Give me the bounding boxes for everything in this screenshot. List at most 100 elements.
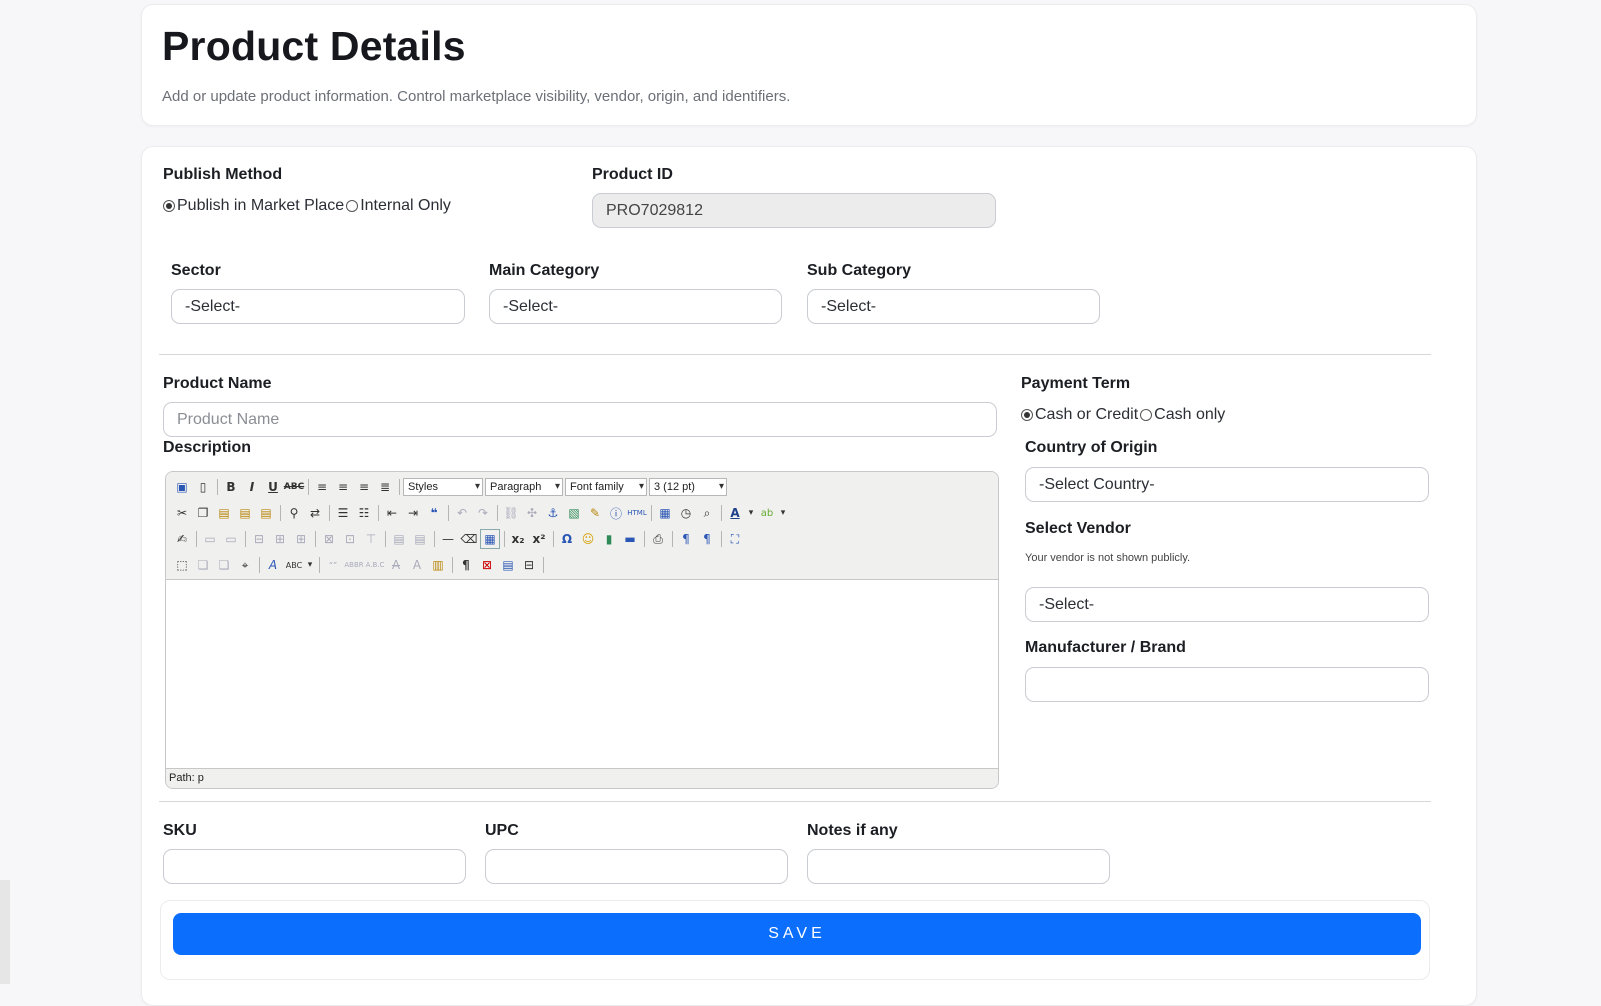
format-dropdown[interactable]: Paragraph (485, 478, 563, 496)
preview-icon[interactable]: ⌕ (697, 503, 717, 523)
image-icon[interactable]: ▧ (564, 503, 584, 523)
abbr-icon[interactable]: ABBR (344, 555, 364, 575)
anchor-icon[interactable]: ⚓ (543, 503, 563, 523)
paste-word-icon[interactable]: ▤ (256, 503, 276, 523)
outdent-icon[interactable]: ⇤ (382, 503, 402, 523)
blockquote-icon[interactable]: ❝ (424, 503, 444, 523)
link-icon[interactable]: ⛓ (501, 503, 521, 523)
align-justify-icon[interactable]: ≣ (375, 477, 395, 497)
insert-row-before-icon[interactable]: ▭ (200, 529, 220, 549)
manufacturer-input[interactable] (1025, 667, 1429, 702)
insert-date-icon[interactable]: ▦ (655, 503, 675, 523)
acronym-icon[interactable]: A.B.C (365, 555, 385, 575)
numbered-list-icon[interactable]: ☷ (354, 503, 374, 523)
insert-col-after-icon[interactable]: ⊞ (291, 529, 311, 549)
main-category-select[interactable]: -Select- (489, 289, 782, 324)
unlink-icon[interactable]: ✣ (522, 503, 542, 523)
visual-chars-icon[interactable]: ¶ (456, 555, 476, 575)
split-cells-icon[interactable]: ⊡ (340, 529, 360, 549)
radio-publish-marketplace[interactable] (163, 200, 175, 212)
undo-icon[interactable]: ↶ (452, 503, 472, 523)
replace-icon[interactable]: ⇄ (305, 503, 325, 523)
insert-time-icon[interactable]: ◷ (676, 503, 696, 523)
save-doc-icon[interactable]: ▣ (172, 477, 192, 497)
delete-col-icon[interactable]: ⊠ (319, 529, 339, 549)
horizontal-rule-icon[interactable]: — (438, 529, 458, 549)
copy-icon[interactable]: ❐ (193, 503, 213, 523)
country-of-origin-select[interactable]: -Select Country- (1025, 467, 1429, 502)
page-break-icon[interactable]: ⊟ (519, 555, 539, 575)
upc-input[interactable] (485, 849, 788, 884)
move-forward-icon[interactable]: ❏ (193, 555, 213, 575)
notes-input[interactable] (807, 849, 1110, 884)
spellcheck-icon[interactable]: ABC (284, 555, 304, 575)
text-color-dropdown-icon[interactable]: ▾ (746, 503, 756, 523)
cleanup-icon[interactable]: ✎ (585, 503, 605, 523)
sub-category-select[interactable]: -Select- (807, 289, 1100, 324)
product-name-input[interactable] (163, 402, 997, 437)
remove-format-icon[interactable]: ⌫ (459, 529, 479, 549)
indent-icon[interactable]: ⇥ (403, 503, 423, 523)
highlight-color-icon[interactable]: ab (757, 503, 777, 523)
align-left-icon[interactable]: ≡ (312, 477, 332, 497)
strikethrough-icon[interactable]: ABC (284, 477, 304, 497)
fullscreen-icon[interactable]: ⛶ (725, 529, 745, 549)
vendor-select[interactable]: -Select- (1025, 587, 1429, 622)
superscript-icon[interactable]: x² (529, 529, 549, 549)
font-size-dropdown[interactable]: 3 (12 pt) (649, 478, 727, 496)
sku-input[interactable] (163, 849, 466, 884)
bullet-list-icon[interactable]: ☰ (333, 503, 353, 523)
del-icon[interactable]: A (386, 555, 406, 575)
special-char-icon[interactable]: Ω (557, 529, 577, 549)
move-backward-icon[interactable]: ❏ (214, 555, 234, 575)
insert-col-before-icon[interactable]: ⊞ (270, 529, 290, 549)
cite-icon[interactable]: “” (323, 555, 343, 575)
delete-row-icon[interactable]: ⊟ (249, 529, 269, 549)
paste-text-icon[interactable]: ▤ (235, 503, 255, 523)
ltr-icon[interactable]: ¶ (676, 529, 696, 549)
table-icon[interactable]: ▦ (480, 529, 500, 549)
cut-icon[interactable]: ✂ (172, 503, 192, 523)
media-icon[interactable]: ▮ (599, 529, 619, 549)
emoticon-icon[interactable]: ☺ (578, 529, 598, 549)
row-props-icon[interactable]: ▤ (389, 529, 409, 549)
absolute-position-icon[interactable]: ⌖ (235, 555, 255, 575)
align-right-icon[interactable]: ≡ (354, 477, 374, 497)
radio-internal-only[interactable] (346, 200, 359, 212)
bold-icon[interactable]: B (221, 477, 241, 497)
new-document-icon[interactable]: ▯ (193, 477, 213, 497)
advanced-hr-icon[interactable]: ▬ (620, 529, 640, 549)
radio-internal-only-label[interactable]: Internal Only (360, 197, 451, 215)
style-props-icon[interactable]: A (263, 555, 283, 575)
font-family-dropdown[interactable]: Font family (565, 478, 647, 496)
text-color-icon[interactable]: A (725, 503, 745, 523)
insert-layer-icon[interactable]: ⬚ (172, 555, 192, 575)
highlight-dropdown-icon[interactable]: ▾ (778, 503, 788, 523)
paste-icon[interactable]: ▤ (214, 503, 234, 523)
insert-row-after-icon[interactable]: ▭ (221, 529, 241, 549)
template-icon[interactable]: ▤ (498, 555, 518, 575)
radio-cash-only[interactable] (1140, 409, 1153, 421)
spellcheck-dropdown-icon[interactable]: ▾ (305, 555, 315, 575)
italic-icon[interactable]: I (242, 477, 262, 497)
cell-props-icon[interactable]: ▤ (410, 529, 430, 549)
merge-cells-icon[interactable]: ⊤ (361, 529, 381, 549)
print-icon[interactable]: ⎙ (648, 529, 668, 549)
radio-cash-or-credit-label[interactable]: Cash or Credit (1035, 406, 1138, 424)
subscript-icon[interactable]: x₂ (508, 529, 528, 549)
ins-icon[interactable]: A (407, 555, 427, 575)
find-icon[interactable]: ⚲ (284, 503, 304, 523)
edit-css-icon[interactable]: ✍ (172, 529, 192, 549)
styles-dropdown[interactable]: Styles (403, 478, 483, 496)
help-icon[interactable]: ⓘ (606, 503, 626, 523)
sector-select[interactable]: -Select- (171, 289, 465, 324)
radio-publish-marketplace-label[interactable]: Publish in Market Place (177, 197, 344, 215)
save-button[interactable]: SAVE (173, 913, 1421, 955)
redo-icon[interactable]: ↷ (473, 503, 493, 523)
attribs-icon[interactable]: ▥ (428, 555, 448, 575)
radio-cash-or-credit[interactable] (1021, 409, 1033, 421)
align-center-icon[interactable]: ≡ (333, 477, 353, 497)
html-source-icon[interactable]: HTML (627, 503, 647, 523)
radio-cash-only-label[interactable]: Cash only (1154, 406, 1225, 424)
underline-icon[interactable]: U (263, 477, 283, 497)
